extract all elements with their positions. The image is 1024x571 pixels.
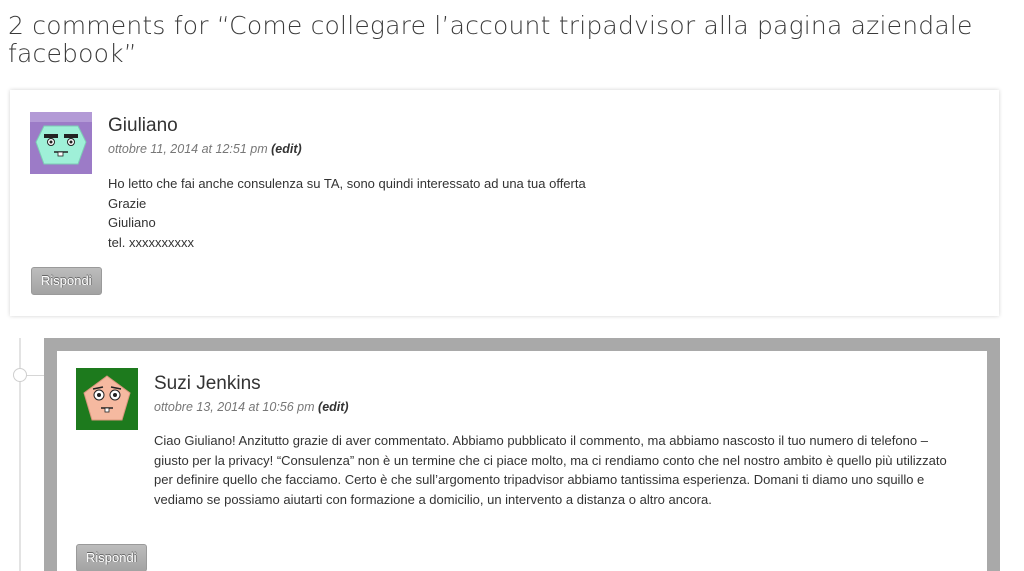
avatar [76,368,138,430]
comment-date[interactable]: ottobre 11, 2014 at 12:51 pm (edit) [108,142,302,156]
reply-comment-card: Suzi Jenkins ottobre 13, 2014 at 10:56 p… [44,338,1000,571]
comment-card: Giuliano ottobre 11, 2014 at 12:51 pm (e… [10,90,999,316]
comments-heading: 2 comments for “Come collegare l’account… [8,11,973,68]
comment-body: Ciao Giuliano! Anzitutto grazie di aver … [154,433,947,507]
thread-node-icon [13,368,27,382]
comment-line: Grazie [108,195,147,211]
comment-date[interactable]: ottobre 13, 2014 at 10:56 pm (edit) [154,400,349,414]
comment-line: tel. xxxxxxxxxx [108,234,194,250]
edit-link[interactable]: (edit) [271,142,302,156]
comment-body: Ho letto che fai anche consulenza su TA,… [108,174,968,252]
comment-author[interactable]: Suzi Jenkins [154,373,261,395]
comment-date-text[interactable]: ottobre 13, 2014 at 10:56 pm [154,400,315,414]
identicon-avatar-icon [76,368,138,430]
reply-button[interactable]: Rispondi [76,544,147,571]
comment-line: Ho letto che fai anche consulenza su TA,… [108,176,586,191]
identicon-avatar-icon [30,112,92,174]
comment-line: Giuliano [108,215,156,230]
edit-link[interactable]: (edit) [318,400,349,414]
reply-button[interactable]: Rispondi [31,267,102,295]
comment-author[interactable]: Giuliano [108,115,178,137]
comment-date-text[interactable]: ottobre 11, 2014 at 12:51 pm [108,142,268,156]
avatar [30,112,92,174]
